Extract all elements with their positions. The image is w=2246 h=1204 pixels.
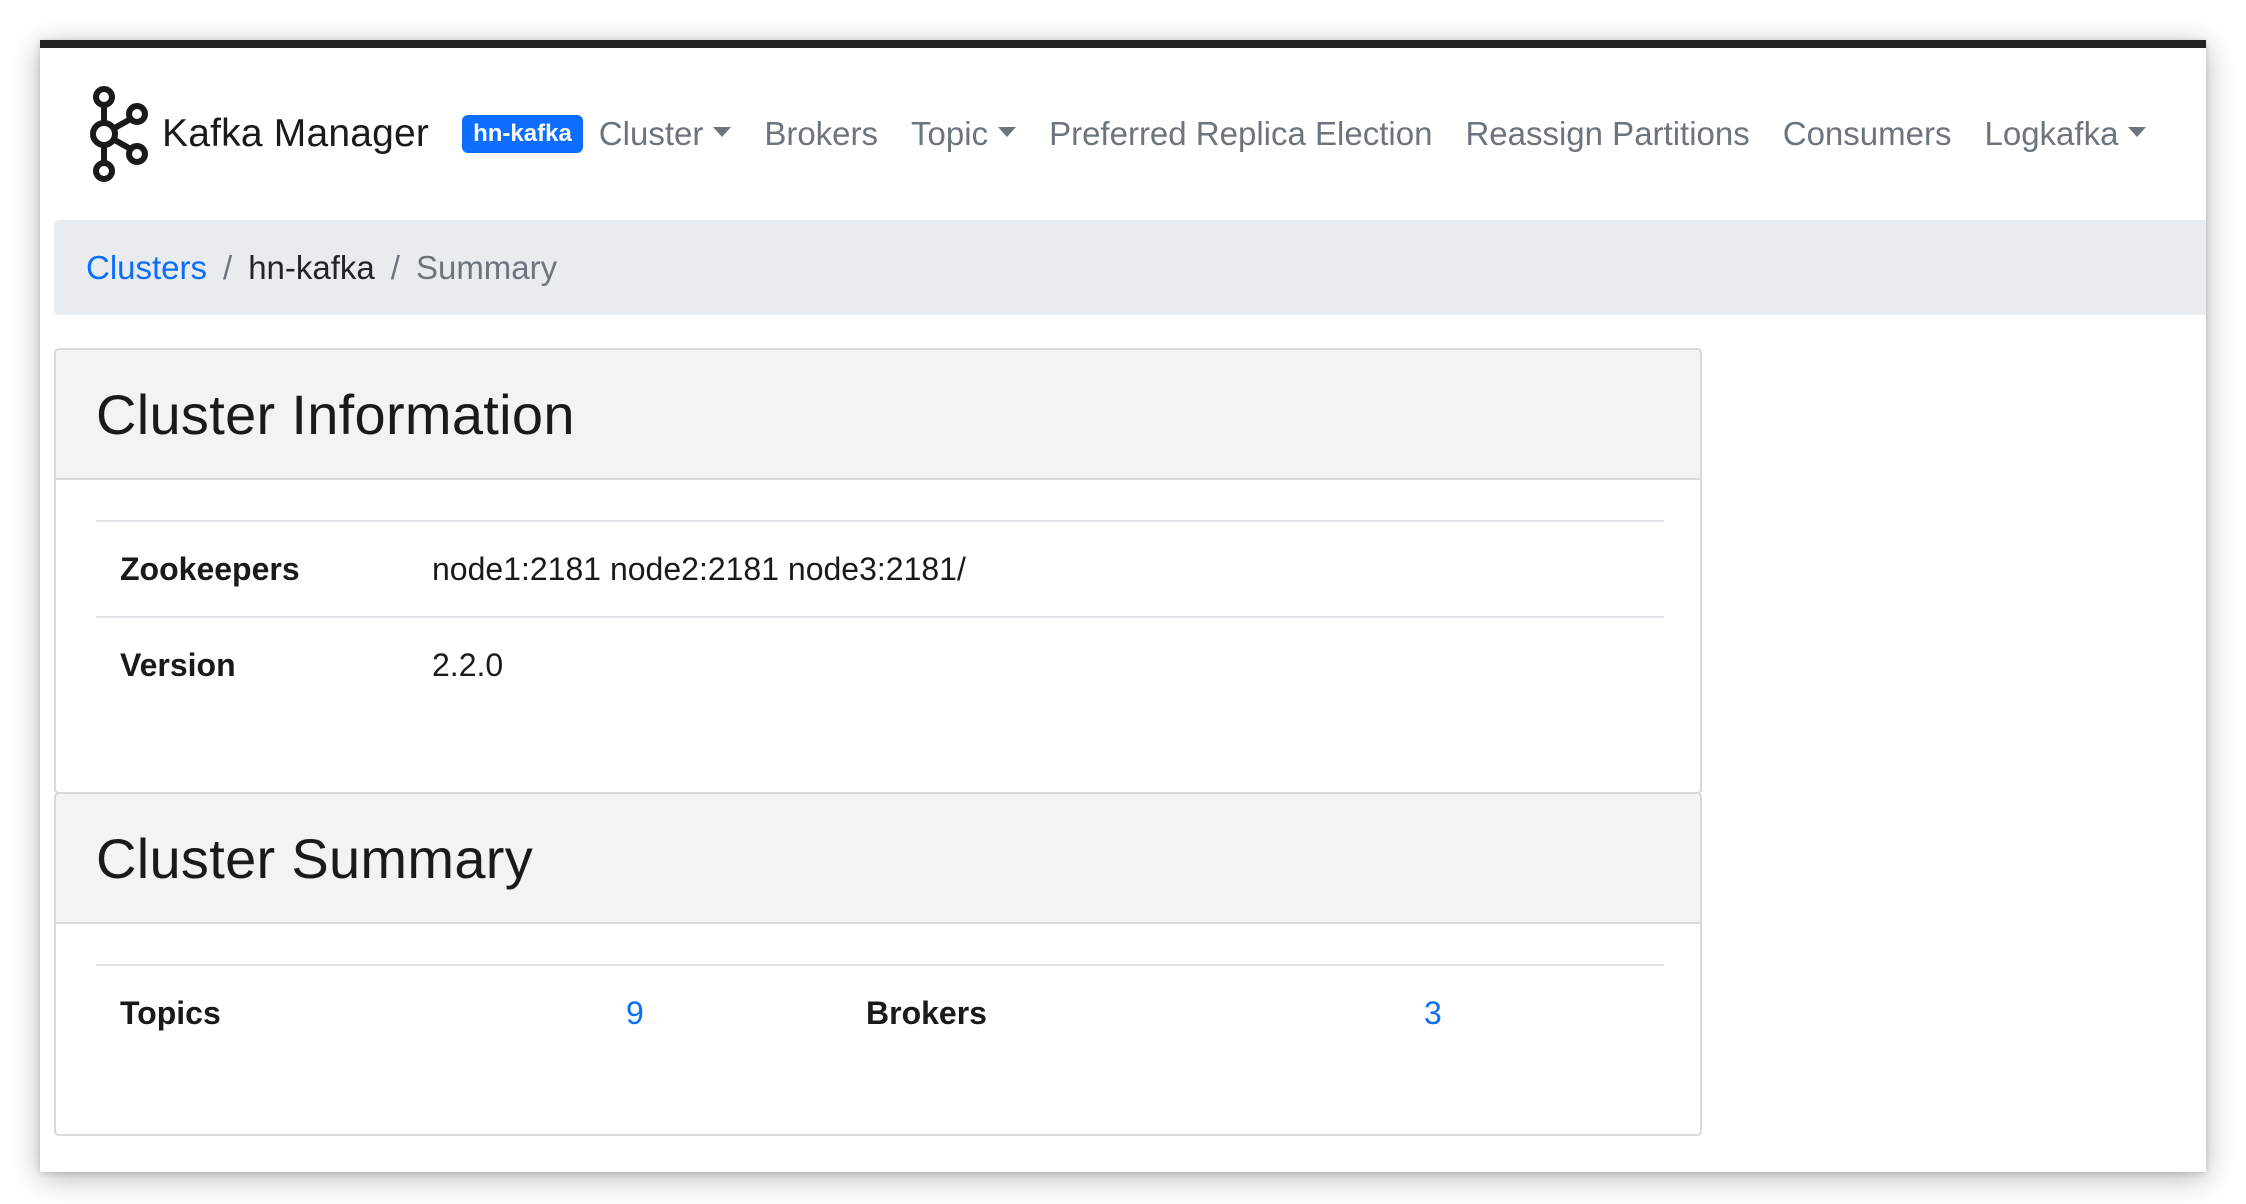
nav-item-label: Logkafka [1984,115,2119,152]
card-title: Cluster Summary [96,826,534,890]
cluster-information-card: Cluster Information Zookeepers node1:218… [54,348,1702,794]
nav-cluster-dropdown[interactable]: Cluster [599,115,732,153]
nav-item-label: Reassign Partitions [1465,115,1750,152]
brokers-cell: 3 [1400,964,1664,1061]
kafka-logo-icon [88,84,152,184]
nav-consumers[interactable]: Consumers [1783,115,1952,153]
breadcrumb-current: Summary [415,248,558,286]
version-label: Version [96,616,408,713]
caret-down-icon [713,127,732,137]
cluster-badge: hn-kafka [462,114,583,154]
version-value: 2.2.0 [408,616,1664,713]
screenshot-stage: Kafka Manager hn-kafka Cluster Brokers T… [0,0,2246,1204]
breadcrumb-clusters-link[interactable]: Clusters [86,249,207,287]
table-row: Topics 9 Brokers 3 [96,964,1664,1061]
navbar: Kafka Manager hn-kafka Cluster Brokers T… [40,48,2206,220]
breadcrumb-cluster: hn-kafka [248,248,375,286]
nav-menu: Cluster Brokers Topic Preferred Replica … [599,115,2180,153]
table-row: Zookeepers node1:2181 node2:2181 node3:2… [96,520,1664,617]
browser-window: Kafka Manager hn-kafka Cluster Brokers T… [40,40,2206,1172]
card-header: Cluster Summary [56,794,1700,924]
nav-topic-dropdown[interactable]: Topic [911,115,1017,153]
breadcrumb-separator: / [390,248,400,286]
brand[interactable]: Kafka Manager [88,84,429,184]
topics-count-link[interactable]: 9 [626,995,644,1031]
card-body: Zookeepers node1:2181 node2:2181 node3:2… [56,480,1700,713]
breadcrumb-separator: / [223,248,233,286]
nav-item-label: Topic [911,115,989,152]
card-header: Cluster Information [56,350,1700,480]
zookeepers-label: Zookeepers [96,520,408,617]
brokers-label: Brokers [842,964,1400,1061]
nav-item-label: Preferred Replica Election [1049,115,1433,152]
brand-name: Kafka Manager [162,112,430,155]
cluster-information-table: Zookeepers node1:2181 node2:2181 node3:2… [96,520,1664,713]
card-body: Topics 9 Brokers 3 [56,924,1700,1061]
brokers-count-link[interactable]: 3 [1424,995,1442,1031]
caret-down-icon [2128,127,2147,137]
table-row: Version 2.2.0 [96,616,1664,713]
nav-item-label: Brokers [764,115,879,152]
nav-logkafka-dropdown[interactable]: Logkafka [1984,115,2147,153]
nav-reassign-partitions[interactable]: Reassign Partitions [1465,115,1749,153]
topics-cell: 9 [602,964,842,1061]
cluster-summary-table: Topics 9 Brokers 3 [96,964,1664,1061]
nav-brokers[interactable]: Brokers [764,115,878,153]
nav-item-label: Consumers [1782,115,1952,152]
cluster-summary-card: Cluster Summary Topics 9 Brokers 3 [54,792,1702,1136]
nav-preferred-replica-election[interactable]: Preferred Replica Election [1049,115,1432,153]
breadcrumb: Clusters / hn-kafka / Summary [54,220,2206,315]
zookeepers-value: node1:2181 node2:2181 node3:2181/ [408,520,1664,617]
nav-item-label: Cluster [598,115,704,152]
topics-label: Topics [96,964,602,1061]
caret-down-icon [998,127,1017,137]
card-title: Cluster Information [96,382,575,446]
